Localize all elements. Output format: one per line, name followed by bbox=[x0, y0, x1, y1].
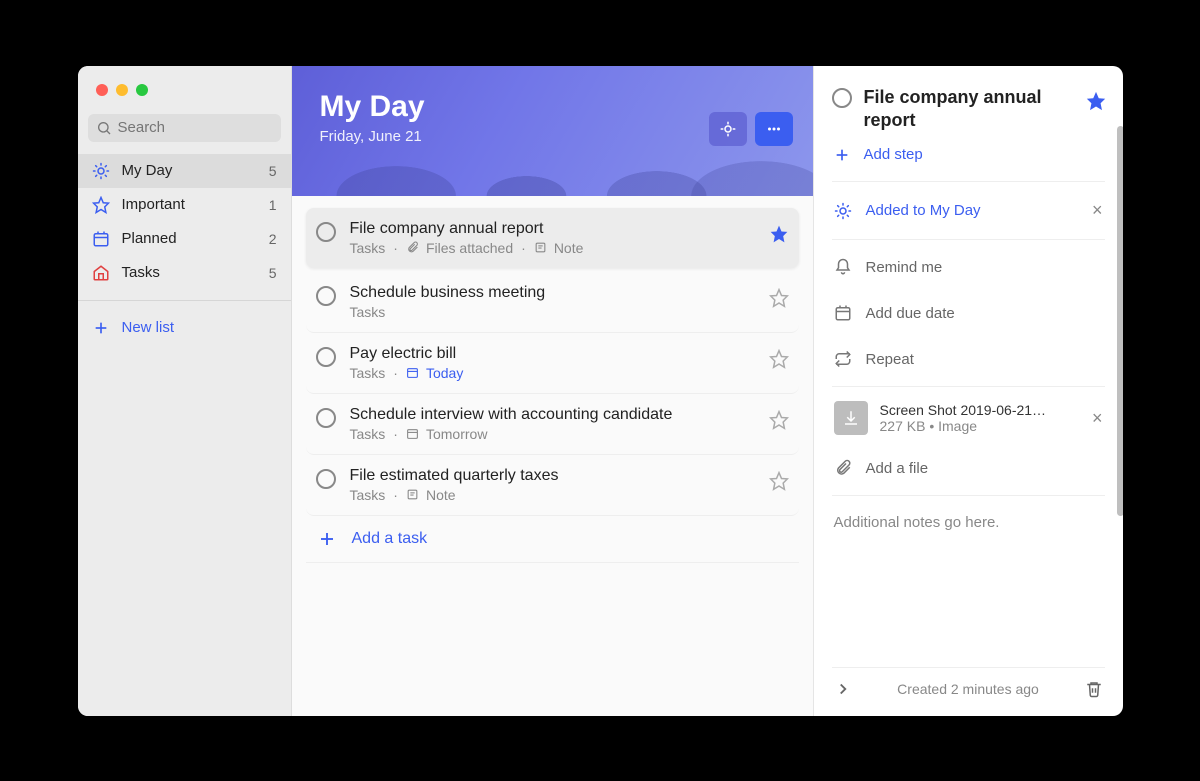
add-step-button[interactable]: Add step bbox=[832, 132, 1105, 177]
task-item[interactable]: Schedule interview with accounting candi… bbox=[306, 394, 799, 455]
complete-checkbox[interactable] bbox=[316, 222, 336, 242]
task-item[interactable]: Pay electric bill Tasks Today bbox=[306, 333, 799, 394]
star-icon bbox=[92, 196, 110, 214]
sun-icon bbox=[834, 202, 852, 220]
plus-icon bbox=[92, 319, 110, 337]
sidebar-item-important[interactable]: Important 1 bbox=[78, 188, 291, 222]
star-toggle[interactable] bbox=[769, 349, 789, 369]
star-toggle[interactable] bbox=[769, 224, 789, 244]
complete-checkbox[interactable] bbox=[316, 408, 336, 428]
main-pane: My Day Friday, June 21 File company annu… bbox=[292, 66, 813, 716]
sidebar-item-label: Planned bbox=[122, 230, 177, 247]
complete-checkbox[interactable] bbox=[832, 88, 852, 108]
app-window: My Day 5 Important 1 Planned 2 bbox=[78, 66, 1123, 716]
list-header: My Day Friday, June 21 bbox=[292, 66, 813, 196]
calendar-icon bbox=[92, 230, 110, 248]
add-task-label: Add a task bbox=[352, 530, 428, 548]
due-date-row[interactable]: Add due date bbox=[832, 290, 1105, 336]
task-item[interactable]: Schedule business meeting Tasks bbox=[306, 272, 799, 333]
note-icon bbox=[534, 241, 548, 255]
calendar-icon bbox=[406, 427, 420, 441]
sidebar-item-myday[interactable]: My Day 5 bbox=[78, 154, 291, 188]
star-toggle[interactable] bbox=[769, 288, 789, 308]
notes-field[interactable]: Additional notes go here. bbox=[832, 500, 1105, 666]
complete-checkbox[interactable] bbox=[316, 286, 336, 306]
new-list-label: New list bbox=[122, 319, 175, 336]
search-icon bbox=[96, 119, 112, 137]
attachment-icon bbox=[406, 241, 420, 255]
sidebar-item-count: 1 bbox=[269, 197, 277, 213]
sidebar-item-count: 2 bbox=[269, 231, 277, 247]
sidebar-nav: My Day 5 Important 1 Planned 2 bbox=[78, 154, 291, 290]
task-meta: Tasks Tomorrow bbox=[350, 426, 755, 442]
sidebar-divider bbox=[78, 300, 291, 301]
minimize-window-button[interactable] bbox=[116, 84, 128, 96]
hide-details-button[interactable] bbox=[832, 678, 854, 700]
note-icon bbox=[406, 488, 420, 502]
add-task-button[interactable]: Add a task bbox=[306, 516, 799, 563]
search-input[interactable] bbox=[118, 119, 317, 136]
attachment-name: Screen Shot 2019-06-21… bbox=[880, 402, 1080, 418]
task-title: File company annual report bbox=[350, 220, 755, 238]
calendar-icon bbox=[406, 366, 420, 380]
sidebar-item-count: 5 bbox=[269, 265, 277, 281]
repeat-row[interactable]: Repeat bbox=[832, 336, 1105, 382]
sidebar-item-planned[interactable]: Planned 2 bbox=[78, 222, 291, 256]
star-toggle[interactable] bbox=[769, 410, 789, 430]
download-icon bbox=[834, 401, 868, 435]
maximize-window-button[interactable] bbox=[136, 84, 148, 96]
sidebar-item-label: My Day bbox=[122, 162, 173, 179]
task-title: Schedule interview with accounting candi… bbox=[350, 406, 755, 424]
task-title: File estimated quarterly taxes bbox=[350, 467, 755, 485]
task-title: Pay electric bill bbox=[350, 345, 755, 363]
remove-attachment-button[interactable]: × bbox=[1092, 408, 1103, 429]
add-file-row[interactable]: Add a file bbox=[832, 445, 1105, 491]
task-item[interactable]: File estimated quarterly taxes Tasks Not… bbox=[306, 455, 799, 516]
task-meta: Tasks Files attached Note bbox=[350, 240, 755, 256]
attachment-row[interactable]: Screen Shot 2019-06-21… 227 KB • Image × bbox=[832, 391, 1105, 445]
paperclip-icon bbox=[834, 459, 852, 477]
complete-checkbox[interactable] bbox=[316, 469, 336, 489]
detail-task-title[interactable]: File company annual report bbox=[864, 86, 1073, 133]
task-list: File company annual report Tasks Files a… bbox=[292, 196, 813, 716]
sidebar-item-tasks[interactable]: Tasks 5 bbox=[78, 256, 291, 290]
sun-icon bbox=[92, 162, 110, 180]
task-meta: Tasks Note bbox=[350, 487, 755, 503]
remind-me-row[interactable]: Remind me bbox=[832, 244, 1105, 290]
added-to-myday-row[interactable]: Added to My Day × bbox=[832, 186, 1105, 235]
sidebar-item-count: 5 bbox=[269, 163, 277, 179]
home-icon bbox=[92, 264, 110, 282]
repeat-icon bbox=[834, 350, 852, 368]
task-meta: Tasks bbox=[350, 304, 755, 320]
details-pane: File company annual report Add step Adde… bbox=[813, 66, 1123, 716]
plus-icon bbox=[318, 530, 336, 548]
plus-icon bbox=[834, 147, 850, 163]
close-window-button[interactable] bbox=[96, 84, 108, 96]
attachment-meta: 227 KB • Image bbox=[880, 418, 1080, 434]
remove-myday-button[interactable]: × bbox=[1092, 200, 1103, 221]
search-field[interactable] bbox=[88, 114, 281, 142]
bell-icon bbox=[834, 258, 852, 276]
sidebar-item-label: Important bbox=[122, 196, 185, 213]
delete-task-button[interactable] bbox=[1083, 678, 1105, 700]
sidebar-item-label: Tasks bbox=[122, 264, 160, 281]
suggestions-button[interactable] bbox=[709, 112, 747, 146]
task-title: Schedule business meeting bbox=[350, 284, 755, 302]
star-toggle[interactable] bbox=[1085, 90, 1105, 110]
calendar-icon bbox=[834, 304, 852, 322]
task-item[interactable]: File company annual report Tasks Files a… bbox=[306, 208, 799, 268]
created-label: Created 2 minutes ago bbox=[854, 681, 1083, 697]
list-options-button[interactable] bbox=[755, 112, 793, 146]
sidebar: My Day 5 Important 1 Planned 2 bbox=[78, 66, 292, 716]
complete-checkbox[interactable] bbox=[316, 347, 336, 367]
window-controls bbox=[96, 84, 148, 96]
details-footer: Created 2 minutes ago bbox=[832, 667, 1105, 704]
star-toggle[interactable] bbox=[769, 471, 789, 491]
task-meta: Tasks Today bbox=[350, 365, 755, 381]
new-list-button[interactable]: New list bbox=[78, 311, 291, 345]
